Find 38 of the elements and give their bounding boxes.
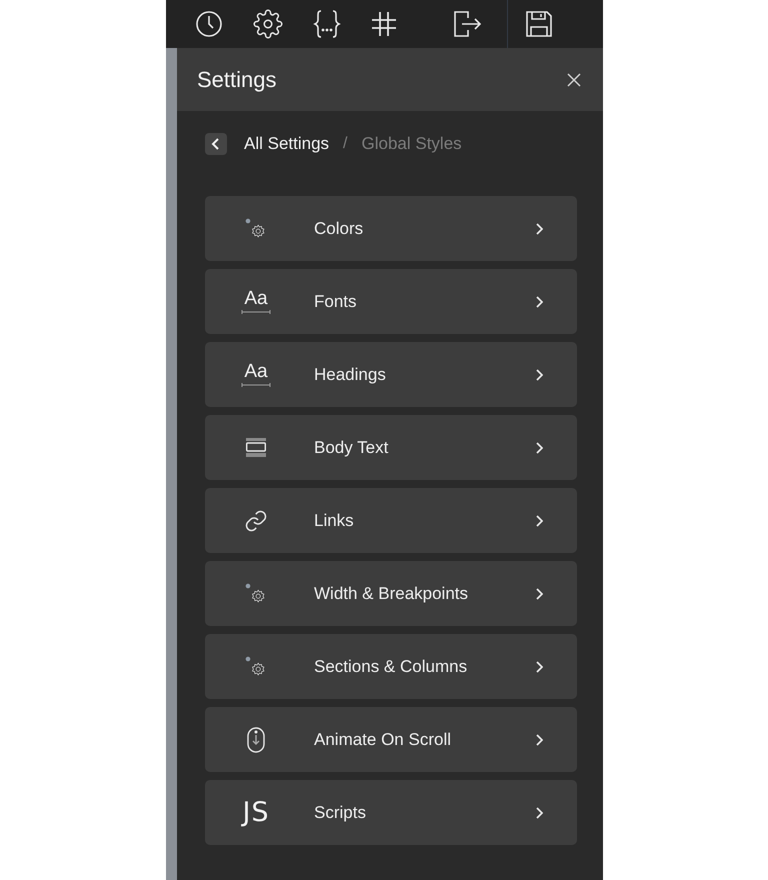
hash-icon[interactable]	[371, 11, 397, 37]
chevron-icon	[535, 660, 543, 672]
settings-item[interactable]: Width & Breakpoints	[205, 561, 577, 626]
settings-item[interactable]: Animate On Scroll	[205, 707, 577, 772]
settings-item[interactable]: JS Scripts	[205, 780, 577, 845]
gear-icon	[245, 218, 267, 240]
close-icon[interactable]	[566, 72, 582, 88]
chevron-icon	[535, 734, 543, 746]
clock-icon[interactable]	[195, 10, 223, 38]
link-icon	[244, 508, 268, 532]
js-icon: JS	[242, 797, 270, 828]
exit-icon[interactable]	[454, 11, 482, 37]
settings-item[interactable]: Colors	[205, 196, 577, 261]
chevron-icon	[535, 588, 543, 600]
text-block-icon	[245, 436, 267, 458]
chevron-icon	[535, 442, 543, 454]
chevron-icon	[535, 806, 543, 818]
chevron-icon	[535, 368, 543, 380]
mouse-icon	[247, 726, 265, 752]
chevron-icon	[535, 296, 543, 308]
breadcrumb-separator: /	[343, 135, 348, 153]
back-chevron-icon	[211, 138, 221, 150]
settings-item[interactable]: Aa Fonts	[205, 269, 577, 334]
settings-item[interactable]: Body Text	[205, 415, 577, 480]
code-braces-icon[interactable]	[313, 9, 341, 39]
chevron-icon	[535, 514, 543, 526]
gear-icon	[245, 582, 267, 604]
save-icon[interactable]	[526, 11, 552, 37]
panel-title: Settings	[197, 66, 276, 92]
breadcrumb-item: Global Styles	[362, 134, 462, 154]
back-button[interactable]	[205, 133, 227, 155]
breadcrumb-item[interactable]: All Settings	[244, 134, 330, 154]
settings-item[interactable]: Sections & Columns	[205, 634, 577, 699]
gear-icon	[245, 656, 267, 678]
settings-item[interactable]: Aa Headings	[205, 342, 577, 407]
chevron-icon	[535, 222, 543, 234]
settings-item[interactable]: Links	[205, 488, 577, 553]
settings-icon[interactable]	[253, 9, 283, 39]
